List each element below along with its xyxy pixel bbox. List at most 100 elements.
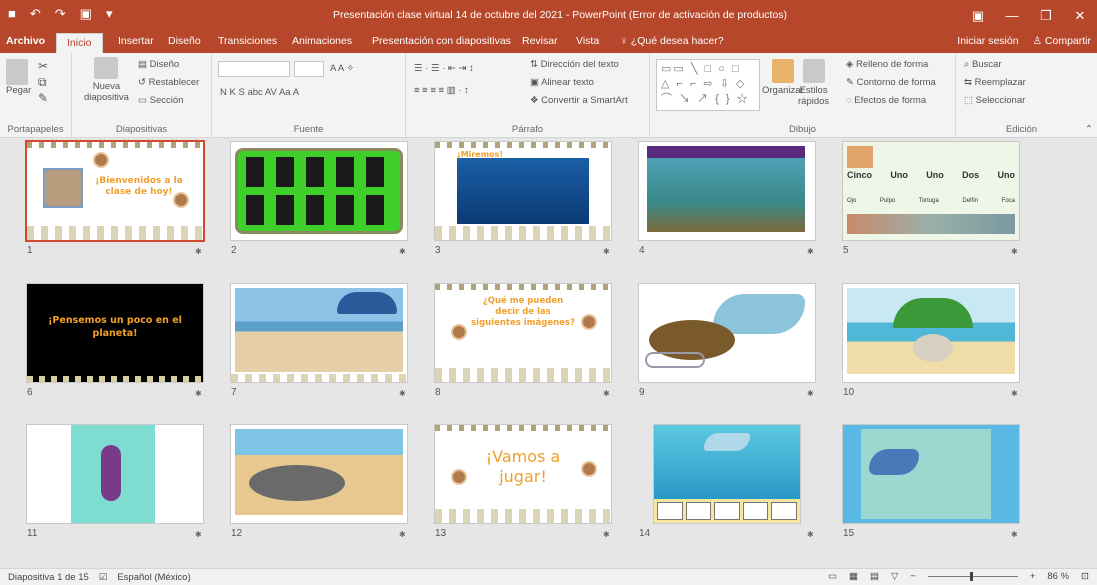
slide-thumbnail[interactable] — [843, 284, 1019, 382]
slide-thumbnail[interactable] — [27, 425, 203, 523]
tab-animations[interactable]: Animaciones — [292, 35, 352, 47]
customize-icon[interactable]: ▾ — [106, 6, 113, 22]
title-bar: ■ ↶ ↷ ▣ ▾ Presentación clase virtual 14 … — [0, 0, 1097, 31]
silhouette-row — [246, 195, 394, 225]
transition-star-icon: ✱ — [1011, 530, 1018, 539]
slide-thumbnail[interactable]: ¡Bienvenidos a la clase de hoy! — [27, 142, 203, 240]
fit-to-window-icon[interactable]: ⊡ — [1081, 571, 1089, 582]
tab-slideshow[interactable]: Presentación con diapositivas — [372, 35, 511, 47]
slide-thumbnail[interactable]: ¡Pensemos un poco en el planeta! — [27, 284, 203, 382]
tab-transitions[interactable]: Transiciones — [218, 35, 277, 47]
cut-icon[interactable]: ✂ — [38, 59, 48, 73]
transition-star-icon: ✱ — [807, 247, 814, 256]
reading-view-icon[interactable]: ▤ — [870, 571, 879, 582]
share-button[interactable]: ♙ Compartir — [1033, 35, 1091, 47]
format-painter-icon[interactable]: ✎ — [38, 91, 48, 105]
slide-number: 1 — [27, 245, 33, 256]
transition-star-icon: ✱ — [195, 247, 202, 256]
spellcheck-icon[interactable]: ☑ — [99, 572, 108, 583]
person-icon: ♙ — [1032, 35, 1045, 47]
normal-view-icon[interactable]: ▭ — [828, 571, 837, 582]
replace-button[interactable]: ⇆ Reemplazar — [964, 77, 1026, 88]
undo-icon[interactable]: ↶ — [30, 6, 41, 22]
slide-number: 7 — [231, 387, 237, 398]
slide-sorter-view-icon[interactable]: ▦ — [849, 571, 858, 582]
smartart-button[interactable]: ❖ Convertir a SmartArt — [530, 95, 628, 106]
select-button[interactable]: ⬚ Seleccionar — [964, 95, 1025, 106]
shape-effects-button[interactable]: ◌ Efectos de forma — [846, 95, 926, 106]
copy-icon[interactable]: ⧉ — [38, 75, 47, 90]
quick-access-toolbar: ■ ↶ ↷ ▣ ▾ — [8, 6, 113, 22]
layout-icon: ▤ — [138, 59, 150, 70]
slide-thumbnail[interactable]: ¿Qué me pueden decir de las siguientes i… — [435, 284, 611, 382]
zoom-level[interactable]: 86 % — [1047, 571, 1069, 582]
slideshow-view-icon[interactable]: ▽ — [891, 571, 898, 582]
ribbon-options-icon[interactable]: ▣ — [961, 0, 995, 31]
bullets-icon[interactable]: ☰ · ☰ · ⇤ ⇥ ↕ — [414, 63, 474, 74]
slide-thumbnail[interactable]: ¡Miremos! — [435, 142, 611, 240]
tab-view[interactable]: Vista — [576, 35, 599, 47]
slide-image — [43, 168, 83, 208]
clipboard-icon — [6, 59, 28, 85]
group-editing: ⌕ Buscar ⇆ Reemplazar ⬚ Seleccionar Edic… — [964, 59, 1038, 135]
tab-design[interactable]: Diseño — [168, 35, 201, 47]
tab-insert[interactable]: Insertar — [118, 35, 154, 47]
transition-star-icon: ✱ — [1011, 247, 1018, 256]
transition-star-icon: ✱ — [195, 530, 202, 539]
present-icon[interactable]: ▣ — [80, 6, 92, 22]
align-text-button[interactable]: ▣ Alinear texto — [530, 77, 594, 88]
tab-review[interactable]: Revisar — [522, 35, 558, 47]
slide-number: 9 — [639, 387, 645, 398]
slide-thumbnail[interactable] — [231, 425, 407, 523]
font-format-row[interactable]: N K S abc AV Aa A — [220, 87, 299, 98]
maximize-icon[interactable]: ❐ — [1029, 0, 1063, 31]
slide-sorter: ¡Bienvenidos a la clase de hoy! 1 ✱ 2 ✱ … — [0, 138, 1097, 568]
slide-number: 10 — [843, 387, 855, 398]
collapse-ribbon-icon[interactable]: ⌃ — [1085, 124, 1093, 135]
group-slides: Nueva diapositiva ▤ Diseño ↺ Restablecer… — [72, 53, 212, 138]
close-icon[interactable]: ✕ — [1063, 0, 1097, 31]
vertical-scrollbar[interactable] — [1087, 138, 1097, 568]
zoom-slider[interactable] — [927, 572, 1018, 581]
tab-home[interactable]: Inicio — [56, 33, 103, 53]
new-slide-icon — [94, 57, 119, 79]
slide-thumbnail[interactable] — [639, 284, 815, 382]
find-icon: ⌕ — [964, 59, 972, 70]
font-name-combobox[interactable] — [218, 61, 290, 77]
grow-font-icon[interactable]: A A ✧ — [330, 63, 354, 74]
slide-thumbnail[interactable] — [231, 284, 407, 382]
tell-me-box[interactable]: ♀ ¿Qué desea hacer? — [620, 35, 724, 47]
paste-button[interactable]: Pegar — [6, 59, 31, 96]
tab-file[interactable]: Archivo — [6, 35, 45, 47]
slide-thumbnail[interactable] — [654, 425, 800, 523]
zoom-out-icon[interactable]: − — [910, 571, 916, 582]
seal-image — [913, 334, 953, 362]
minimize-icon[interactable]: — — [995, 0, 1029, 31]
shape-fill-button[interactable]: ◈ Relleno de forma — [846, 59, 928, 70]
save-icon[interactable]: ■ — [8, 6, 16, 22]
slide-thumbnail[interactable] — [843, 425, 1019, 523]
group-clipboard: Pegar ✂ ⧉ ✎ Portapapeles — [0, 53, 72, 138]
layout-button[interactable]: ▤ Diseño — [138, 59, 179, 70]
zoom-in-icon[interactable]: + — [1030, 571, 1036, 582]
monkey-image — [581, 314, 597, 330]
signin-link[interactable]: Iniciar sesión — [957, 35, 1018, 47]
font-size-combobox[interactable] — [294, 61, 324, 77]
find-button[interactable]: ⌕ Buscar — [964, 59, 1002, 70]
section-button[interactable]: ▭ Sección — [138, 95, 183, 106]
slide-thumbnail[interactable]: ¡Vamos a jugar! — [435, 425, 611, 523]
text-direction-icon: ⇅ — [530, 59, 541, 70]
quick-styles-button[interactable]: Estilos rápidos — [798, 59, 829, 107]
zoom-slider-knob[interactable] — [969, 572, 973, 581]
text-direction-button[interactable]: ⇅ Dirección del texto — [530, 59, 619, 70]
shape-outline-button[interactable]: ✎ Contorno de forma — [846, 77, 936, 88]
slide-thumbnail[interactable] — [639, 142, 815, 240]
reset-button[interactable]: ↺ Restablecer — [138, 77, 199, 88]
language-indicator[interactable]: Español (México) — [117, 572, 190, 583]
slide-thumbnail[interactable]: Cinco Uno Uno Dos Uno Ojo Pulpo Tortuga … — [843, 142, 1019, 240]
shapes-gallery[interactable]: ▭▭ ╲ □ ○ □ △ ⌐ ⌐ ⇨ ⇩ ◇ ⌒ ↘ ↗ { } ☆ — [656, 59, 760, 111]
new-slide-button[interactable]: Nueva diapositiva — [84, 57, 129, 103]
slide-thumbnail[interactable] — [231, 142, 407, 240]
align-icons[interactable]: ≡ ≡ ≡ ≡ ▥ · ↕ — [414, 85, 469, 96]
redo-icon[interactable]: ↷ — [55, 6, 66, 22]
